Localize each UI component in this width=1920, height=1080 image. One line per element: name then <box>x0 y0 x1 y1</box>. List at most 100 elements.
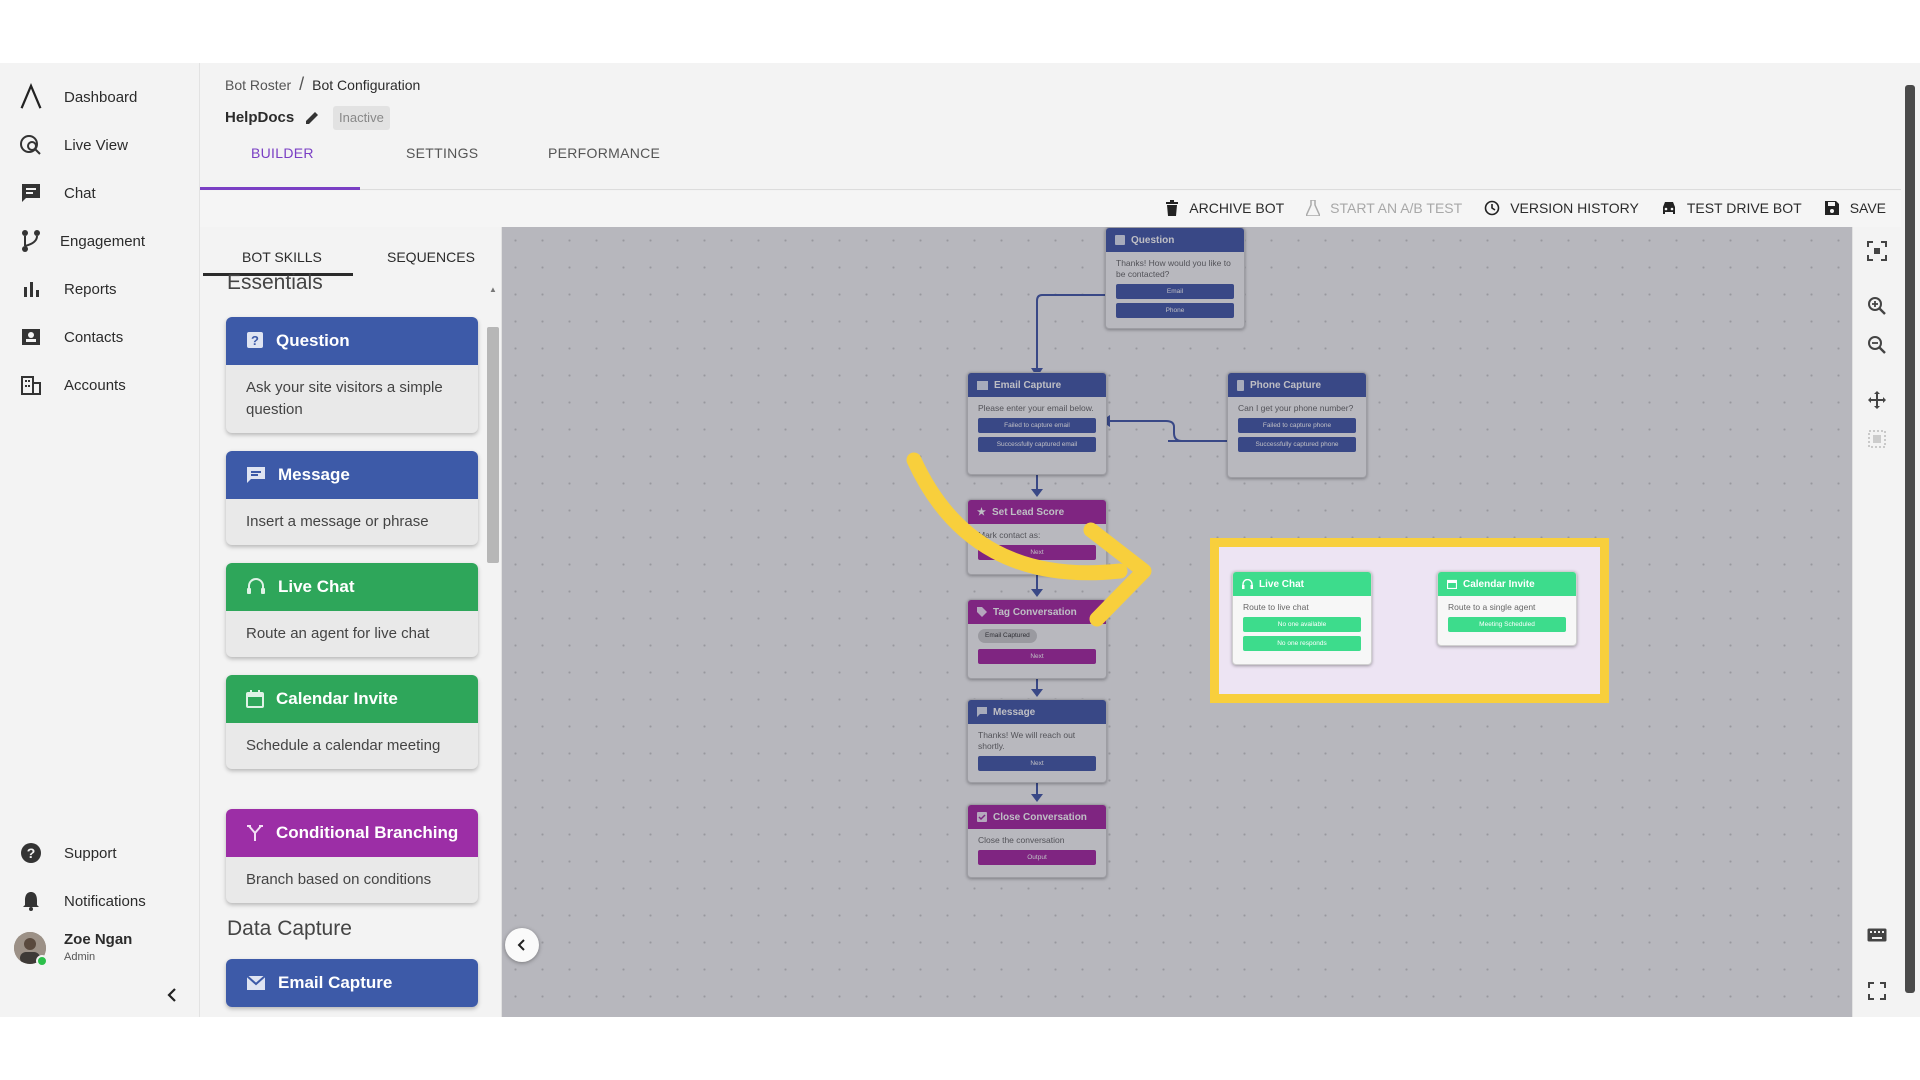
pan-button[interactable] <box>1863 386 1891 414</box>
sidebar-item-label: Support <box>64 844 117 862</box>
skill-card-header: Email Capture <box>226 959 478 1007</box>
save-button[interactable]: SAVE <box>1824 200 1886 216</box>
reports-icon <box>19 277 43 301</box>
skill-card-description: Ask your site visitors a simple question <box>246 379 443 418</box>
user-role: Admin <box>64 951 96 963</box>
chevron-left-icon <box>167 988 176 1002</box>
skill-card-header: Live Chat <box>226 563 478 611</box>
skill-card-title: Live Chat <box>278 577 355 596</box>
save-icon <box>1824 201 1839 215</box>
bell-icon <box>19 889 43 913</box>
skill-card-conditional-branching[interactable]: Conditional Branching Branch based on co… <box>226 809 478 903</box>
page-scrollbar-thumb[interactable] <box>1905 85 1915 993</box>
sidebar-item-label: Notifications <box>64 892 146 910</box>
sidebar-item-dashboard[interactable]: Dashboard <box>0 77 200 117</box>
branch-icon <box>247 825 263 841</box>
sidebar-item-label: Dashboard <box>64 88 138 106</box>
svg-text:?: ? <box>251 333 259 348</box>
builder-toolbar: ARCHIVE BOT START AN A/B TEST VERSION HI… <box>1165 200 1886 216</box>
section-heading-data-capture: Data Capture <box>227 917 352 940</box>
sidebar-item-accounts[interactable]: Accounts <box>0 365 200 405</box>
chat-icon <box>19 181 43 205</box>
breadcrumb-parent[interactable]: Bot Roster <box>225 77 291 93</box>
keyboard-shortcuts-button[interactable] <box>1863 921 1891 949</box>
start-ab-test-button[interactable]: START AN A/B TEST <box>1306 200 1462 216</box>
envelope-icon <box>246 975 266 990</box>
page-header: Bot Roster / Bot Configuration HelpDocs … <box>200 63 1920 191</box>
archive-bot-label: ARCHIVE BOT <box>1189 200 1285 216</box>
skill-card-title: Conditional Branching <box>276 823 459 842</box>
select-area-button[interactable] <box>1863 425 1891 453</box>
skill-card-email-capture[interactable]: Email Capture <box>226 959 478 1007</box>
help-icon: ? <box>19 841 43 865</box>
question-icon: ? <box>247 332 263 348</box>
fit-view-button[interactable] <box>1863 237 1891 265</box>
contacts-icon <box>19 325 43 349</box>
section-heading-essentials: Essentials <box>227 271 323 294</box>
sidebar-item-label: Chat <box>64 184 96 202</box>
flask-icon <box>1306 200 1321 216</box>
collapse-sidebar-button[interactable] <box>160 983 184 1007</box>
breadcrumb-current: Bot Configuration <box>312 76 421 93</box>
skill-card-calendar-invite[interactable]: Calendar Invite Schedule a calendar meet… <box>226 675 478 769</box>
zoom-out-icon <box>1868 336 1886 354</box>
headset-icon <box>247 578 265 594</box>
breadcrumb: Bot Roster / Bot Configuration <box>225 74 420 95</box>
tab-settings[interactable]: SETTINGS <box>406 145 478 161</box>
fullscreen-button[interactable] <box>1863 977 1891 1005</box>
user-profile[interactable]: Zoe Ngan Admin <box>14 929 194 969</box>
skill-card-description: Insert a message or phrase <box>246 513 429 530</box>
sidebar-item-engagement[interactable]: Engagement <box>0 221 200 261</box>
sidebar-item-notifications[interactable]: Notifications <box>0 881 200 921</box>
save-label: SAVE <box>1849 200 1886 216</box>
tab-bot-skills[interactable]: BOT SKILLS <box>242 249 322 265</box>
zoom-out-button[interactable] <box>1863 331 1891 359</box>
skills-scrollbar[interactable] <box>487 327 499 563</box>
history-icon <box>1484 200 1500 216</box>
test-drive-bot-button[interactable]: TEST DRIVE BOT <box>1661 200 1802 216</box>
live-view-icon <box>19 133 43 157</box>
calendar-icon <box>246 690 264 708</box>
version-history-label: VERSION HISTORY <box>1510 200 1639 216</box>
sidebar-item-chat[interactable]: Chat <box>0 173 200 213</box>
skill-card-question[interactable]: ? Question Ask your site visitors a simp… <box>226 317 478 433</box>
status-badge: Inactive <box>333 106 390 130</box>
skill-card-header: Calendar Invite <box>226 675 478 723</box>
page-scrollbar[interactable] <box>1901 63 1920 1017</box>
sidebar-item-label: Accounts <box>64 376 126 394</box>
pencil-icon[interactable] <box>303 109 321 127</box>
skill-card-title: Message <box>278 465 350 484</box>
flow-canvas[interactable]: Question Thanks! How would you like to b… <box>502 227 1852 1017</box>
skills-panel: BOT SKILLS SEQUENCES Essentials ? Questi… <box>200 227 502 1017</box>
skill-card-message[interactable]: Message Insert a message or phrase <box>226 451 478 545</box>
scroll-up-arrow[interactable]: ▲ <box>489 285 497 294</box>
logo-icon <box>19 82 43 109</box>
user-name: Zoe Ngan <box>64 931 133 948</box>
move-icon <box>1868 391 1886 409</box>
sidebar-item-live-view[interactable]: Live View <box>0 125 200 165</box>
select-area-icon <box>1868 430 1886 448</box>
skill-card-live-chat[interactable]: Live Chat Route an agent for live chat <box>226 563 478 657</box>
version-history-button[interactable]: VERSION HISTORY <box>1484 200 1639 216</box>
zoom-in-button[interactable] <box>1863 292 1891 320</box>
sidebar-item-support[interactable]: ? Support <box>0 833 200 873</box>
app-window: Dashboard Live View Chat Engagement Repo… <box>0 63 1920 1017</box>
tab-sequences[interactable]: SEQUENCES <box>387 249 475 265</box>
skill-card-header: Message <box>226 451 478 499</box>
sidebar-item-label: Live View <box>64 136 128 154</box>
sidebar-item-reports[interactable]: Reports <box>0 269 200 309</box>
sidebar-item-label: Reports <box>64 280 117 298</box>
skill-card-header: Conditional Branching <box>226 809 478 857</box>
chevron-left-icon <box>517 939 525 951</box>
skill-card-description: Route an agent for live chat <box>246 625 430 642</box>
tab-builder[interactable]: BUILDER <box>251 145 314 161</box>
sidebar-item-contacts[interactable]: Contacts <box>0 317 200 357</box>
collapse-skills-panel-button[interactable] <box>505 928 539 962</box>
skill-card-description: Schedule a calendar meeting <box>246 737 441 754</box>
sidebar-item-label: Contacts <box>64 328 124 346</box>
tab-performance[interactable]: PERFORMANCE <box>548 145 660 161</box>
archive-bot-button[interactable]: ARCHIVE BOT <box>1165 200 1284 216</box>
start-ab-test-label: START AN A/B TEST <box>1330 200 1463 216</box>
bot-name: HelpDocs <box>225 109 295 126</box>
trash-icon <box>1166 200 1179 216</box>
